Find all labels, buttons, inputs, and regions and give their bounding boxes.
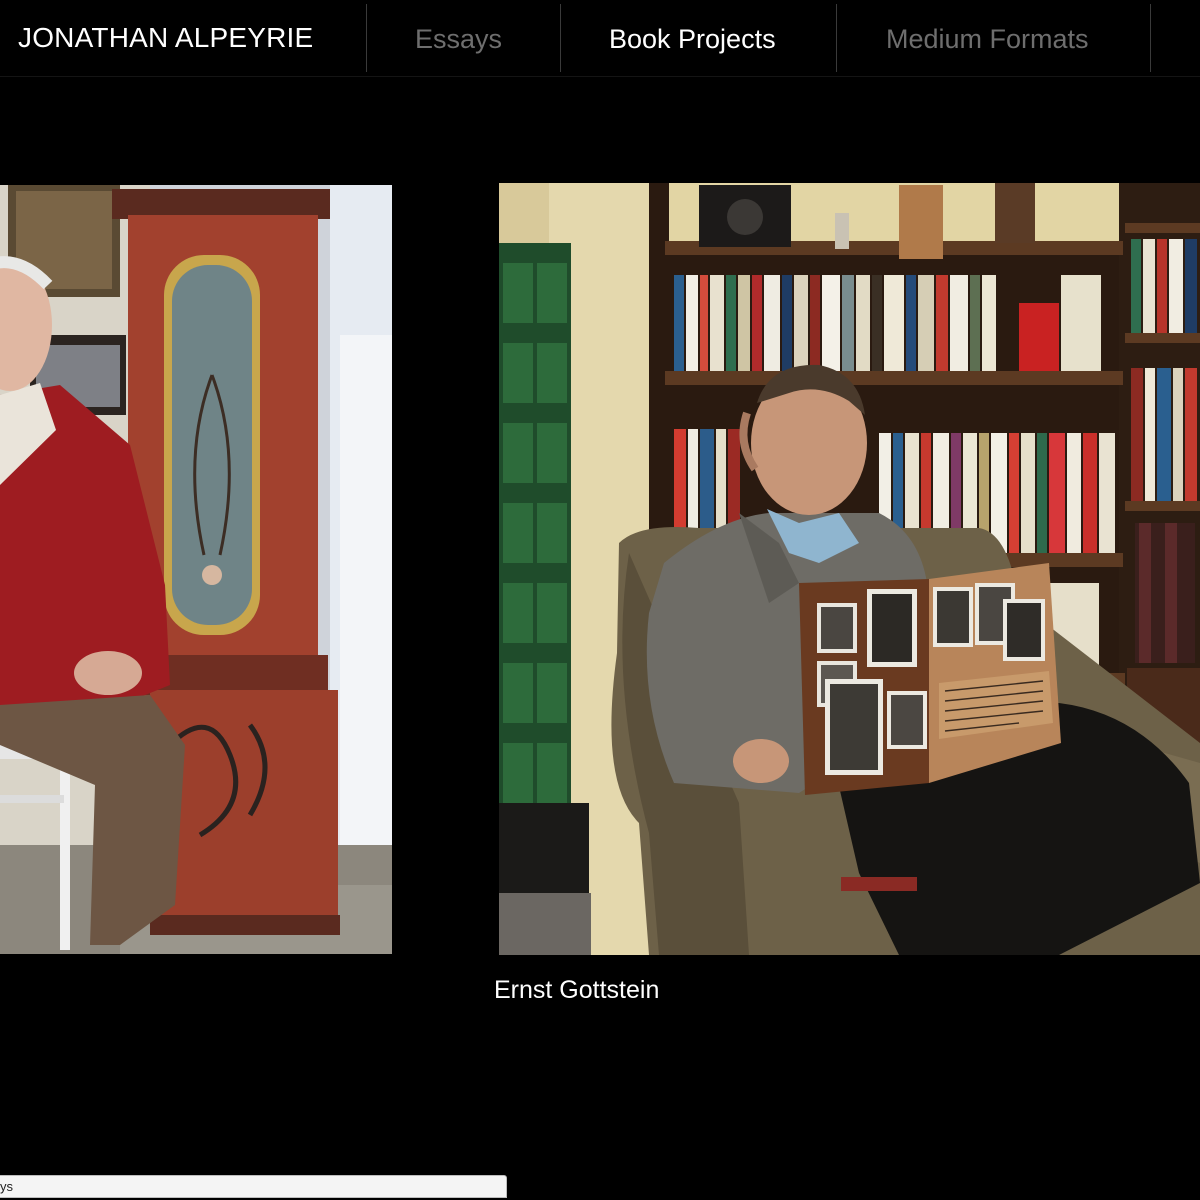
top-navigation: JONATHAN ALPEYRIE Essays Book Projects M… [0,0,1200,77]
photo-caption: Ernst Gottstein [494,976,660,1004]
nav-essays-link[interactable]: Essays [415,24,502,55]
nav-divider [836,4,837,72]
nav-medium-formats-link[interactable]: Medium Formats [886,24,1089,55]
nav-divider [1150,4,1151,72]
gallery-photo-previous[interactable] [0,185,392,954]
nav-divider [560,4,561,72]
nav-book-projects-link[interactable]: Book Projects [609,24,776,55]
nav-divider [366,4,367,72]
page: JONATHAN ALPEYRIE Essays Book Projects M… [0,0,1200,1200]
browser-status-bar: ys [0,1175,507,1198]
portrait-photo-man-with-album [499,183,1200,955]
portrait-photo-man-red-cardigan [0,185,392,954]
site-brand-link[interactable]: JONATHAN ALPEYRIE [18,22,313,54]
gallery-photo-current[interactable] [499,183,1200,955]
